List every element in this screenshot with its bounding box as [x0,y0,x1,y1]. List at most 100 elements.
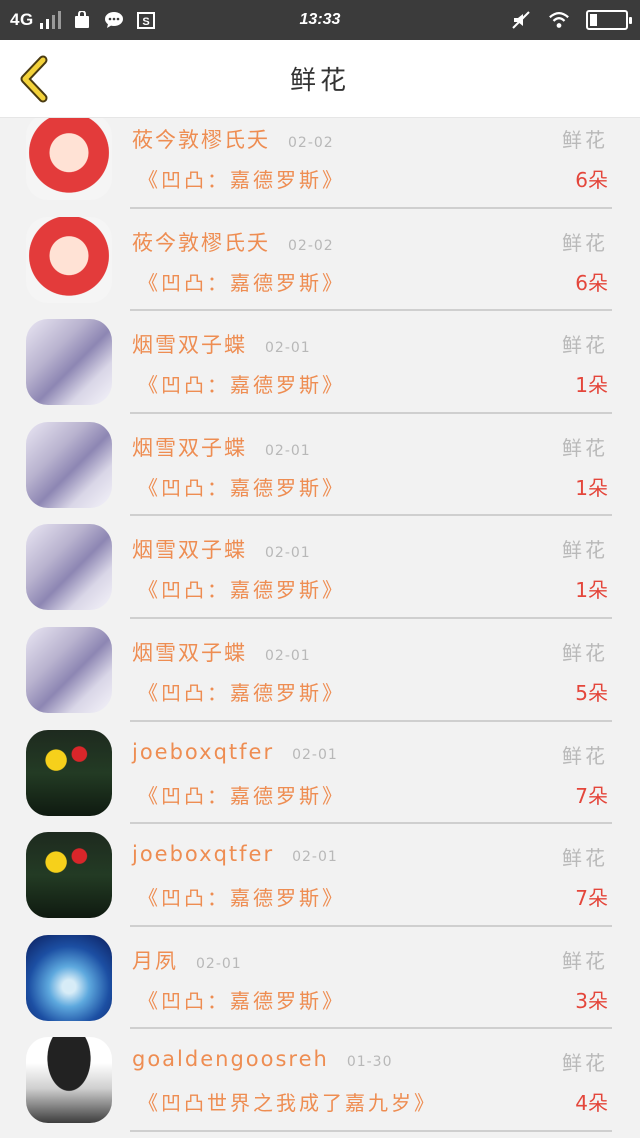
flower-count: 6朵 [575,168,608,192]
flower-count: 3朵 [575,988,608,1013]
user-name[interactable]: joeboxqtfer [132,842,274,866]
book-title[interactable]: 《凹凸：嘉德罗斯》 [138,574,345,603]
battery-icon [586,10,632,30]
avatar[interactable] [26,934,112,1021]
gift-type-label: 鲜花 [562,1051,608,1076]
gift-date: 02-01 [292,849,338,866]
book-title[interactable]: 《凹凸：嘉德罗斯》 [138,780,345,809]
flower-count: 5朵 [575,680,608,705]
back-button[interactable] [14,54,54,104]
list-item-header: 烟雪双子蝶 02-01 [132,637,311,667]
avatar[interactable] [26,216,112,303]
avatar[interactable] [26,319,112,406]
list-item-header: 烟雪双子蝶 02-01 [132,432,311,462]
list-item-header: 莜今敦樛氏夭 02-02 [132,227,334,257]
avatar[interactable] [26,626,112,713]
user-name[interactable]: goaldengoosreh [132,1047,329,1071]
list-item[interactable]: 莜今敦樛氏夭 02-02 鲜花 《凹凸：嘉德罗斯》 6朵 [0,118,640,209]
gift-date: 02-02 [288,237,334,254]
wifi-icon [548,10,570,30]
user-name[interactable]: 烟雪双子蝶 [132,637,247,667]
chevron-left-icon [20,55,48,103]
list-item-info: 烟雪双子蝶 02-01 鲜花 《凹凸：嘉德罗斯》 1朵 [130,414,612,517]
book-title[interactable]: 《凹凸世界之我成了嘉九岁》 [138,1087,437,1116]
list-item[interactable]: 月夙 02-01 鲜花 《凹凸：嘉德罗斯》 3朵 [0,927,640,1030]
gift-type-label: 鲜花 [562,743,608,768]
list-rows: 莜今敦樛氏夭 02-02 鲜花 《凹凸：嘉德罗斯》 6朵 莜今敦樛氏夭 02-0… [0,118,640,1132]
user-name[interactable]: 月夙 [132,945,178,975]
flower-count: 1朵 [575,578,608,603]
list-item-info: goaldengoosreh 01-30 鲜花 《凹凸世界之我成了嘉九岁》 4朵 [130,1029,612,1132]
user-name[interactable]: 烟雪双子蝶 [132,329,247,359]
list-item-info: joeboxqtfer 02-01 鲜花 《凹凸：嘉德罗斯》 7朵 [130,824,612,927]
list-item-info: 莜今敦樛氏夭 02-02 鲜花 《凹凸：嘉德罗斯》 6朵 [130,209,612,312]
flower-count: 1朵 [575,373,608,398]
user-name[interactable]: 烟雪双子蝶 [132,534,247,564]
book-title[interactable]: 《凹凸：嘉德罗斯》 [138,267,345,296]
list-item[interactable]: 莜今敦樛氏夭 02-02 鲜花 《凹凸：嘉德罗斯》 6朵 [0,209,640,312]
list-item-header: goaldengoosreh 01-30 [132,1047,393,1071]
gift-type-label: 鲜花 [562,333,608,358]
list-item[interactable]: 烟雪双子蝶 02-01 鲜花 《凹凸：嘉德罗斯》 1朵 [0,516,640,619]
page-title: 鲜花 [289,66,350,96]
gift-date: 02-01 [265,647,311,664]
list-item[interactable]: goaldengoosreh 01-30 鲜花 《凹凸世界之我成了嘉九岁》 4朵 [0,1029,640,1132]
book-title[interactable]: 《凹凸：嘉德罗斯》 [138,677,345,706]
list-item-info: 烟雪双子蝶 02-01 鲜花 《凹凸：嘉德罗斯》 1朵 [130,516,612,619]
user-name[interactable]: 莜今敦樛氏夭 [132,124,270,154]
gift-date: 01-30 [346,1054,393,1071]
avatar[interactable] [26,832,112,919]
list-item-header: 月夙 02-01 [132,945,242,975]
list-item-header: 烟雪双子蝶 02-01 [132,329,311,359]
list-item-header: 烟雪双子蝶 02-01 [132,534,311,564]
gift-type-label: 鲜花 [562,128,608,152]
user-name[interactable]: 烟雪双子蝶 [132,432,247,462]
flower-count: 6朵 [575,270,608,295]
flower-count: 7朵 [575,783,608,808]
list-item[interactable]: 烟雪双子蝶 02-01 鲜花 《凹凸：嘉德罗斯》 1朵 [0,414,640,517]
list-item-info: 烟雪双子蝶 02-01 鲜花 《凹凸：嘉德罗斯》 5朵 [130,619,612,722]
book-title[interactable]: 《凹凸：嘉德罗斯》 [138,985,345,1014]
list-item[interactable]: 烟雪双子蝶 02-01 鲜花 《凹凸：嘉德罗斯》 1朵 [0,311,640,414]
avatar[interactable] [26,729,112,816]
book-title[interactable]: 《凹凸：嘉德罗斯》 [138,164,345,193]
gift-date: 02-01 [292,746,338,763]
list-item-header: joeboxqtfer 02-01 [132,842,338,866]
gift-date: 02-01 [265,442,311,459]
list-item-info: 月夙 02-01 鲜花 《凹凸：嘉德罗斯》 3朵 [130,927,612,1030]
list-item-info: 莜今敦樛氏夭 02-02 鲜花 《凹凸：嘉德罗斯》 6朵 [130,118,612,209]
list-item-info: 烟雪双子蝶 02-01 鲜花 《凹凸：嘉德罗斯》 1朵 [130,311,612,414]
gift-type-label: 鲜花 [562,846,608,871]
gift-type-label: 鲜花 [562,435,608,460]
mute-icon [510,10,532,30]
list-item-info: joeboxqtfer 02-01 鲜花 《凹凸：嘉德罗斯》 7朵 [130,722,612,825]
flower-gift-list: 莜今敦樛氏夭 02-02 鲜花 《凹凸：嘉德罗斯》 6朵 莜今敦樛氏夭 02-0… [0,118,640,1138]
avatar[interactable] [26,1037,112,1124]
nav-bar: 鲜花 [0,40,640,118]
gift-date: 02-01 [265,545,311,562]
list-item[interactable]: 烟雪双子蝶 02-01 鲜花 《凹凸：嘉德罗斯》 5朵 [0,619,640,722]
gift-type-label: 鲜花 [562,538,608,563]
book-title[interactable]: 《凹凸：嘉德罗斯》 [138,882,345,911]
list-item[interactable]: joeboxqtfer 02-01 鲜花 《凹凸：嘉德罗斯》 7朵 [0,722,640,825]
flower-count: 1朵 [575,475,608,500]
list-item-header: joeboxqtfer 02-01 [132,740,338,764]
user-name[interactable]: 莜今敦樛氏夭 [132,227,270,257]
user-name[interactable]: joeboxqtfer [132,740,274,764]
gift-type-label: 鲜花 [562,948,608,973]
avatar[interactable] [26,421,112,508]
gift-date: 02-01 [265,340,311,357]
gift-type-label: 鲜花 [562,640,608,665]
avatar[interactable] [26,524,112,611]
book-title[interactable]: 《凹凸：嘉德罗斯》 [138,369,345,398]
flower-count: 4朵 [575,1091,608,1116]
list-item[interactable]: joeboxqtfer 02-01 鲜花 《凹凸：嘉德罗斯》 7朵 [0,824,640,927]
gift-type-label: 鲜花 [562,230,608,255]
gift-date: 02-01 [196,955,242,972]
avatar[interactable] [26,118,112,200]
status-bar: 4G S 13:33 [0,0,640,40]
book-title[interactable]: 《凹凸：嘉德罗斯》 [138,472,345,501]
flower-count: 7朵 [575,886,608,911]
list-item-header: 莜今敦樛氏夭 02-02 [132,124,334,154]
gift-date: 02-02 [288,135,334,151]
